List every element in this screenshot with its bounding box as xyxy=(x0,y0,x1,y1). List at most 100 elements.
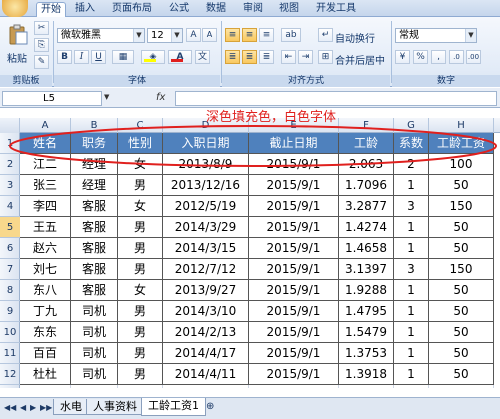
cell-title[interactable]: 经理 xyxy=(71,175,118,196)
cell-gender[interactable]: 男 xyxy=(118,259,163,280)
row-header[interactable]: 10 xyxy=(0,322,20,343)
decrease-indent-icon[interactable]: ⇤ xyxy=(281,50,296,64)
empty-cell[interactable] xyxy=(163,385,249,388)
cell-name[interactable]: 东八 xyxy=(20,280,71,301)
cell-title[interactable]: 客服 xyxy=(71,238,118,259)
align-bottom-icon[interactable]: ≡ xyxy=(259,28,274,42)
cell-seniority[interactable]: 1.9288 xyxy=(339,280,394,301)
border-icon[interactable]: ▦ xyxy=(112,50,134,64)
increase-indent-icon[interactable]: ⇥ xyxy=(298,50,313,64)
tab-formulas[interactable]: 公式 xyxy=(166,2,192,17)
cell-end-date[interactable]: 2015/9/1 xyxy=(249,238,339,259)
cell-title[interactable]: 司机 xyxy=(71,322,118,343)
cell-hire-date[interactable]: 2014/3/29 xyxy=(163,217,249,238)
cell-name[interactable]: 杜杜 xyxy=(20,364,71,385)
sheet-tab-water-electric[interactable]: 水电 xyxy=(53,399,89,415)
orientation-icon[interactable]: ab xyxy=(281,28,301,42)
tab-page-layout[interactable]: 页面布局 xyxy=(108,2,156,17)
cell-coefficient[interactable]: 1 xyxy=(394,364,429,385)
column-header[interactable]: H xyxy=(429,118,494,133)
percent-button[interactable]: % xyxy=(413,50,428,64)
tab-review[interactable]: 审阅 xyxy=(240,2,266,17)
row-header[interactable]: 4 xyxy=(0,196,20,217)
cell-seniority-pay[interactable]: 150 xyxy=(429,259,494,280)
cell-hire-date[interactable]: 2013/9/27 xyxy=(163,280,249,301)
cell-end-date[interactable]: 2015/9/1 xyxy=(249,343,339,364)
cell-gender[interactable]: 女 xyxy=(118,196,163,217)
row-header[interactable]: 8 xyxy=(0,280,20,301)
cell-seniority-pay[interactable]: 150 xyxy=(429,196,494,217)
empty-cell[interactable] xyxy=(249,385,339,388)
decrease-decimal-icon[interactable]: .00 xyxy=(466,50,481,64)
header-cell-seniority-pay[interactable]: 工龄工资 xyxy=(429,133,494,154)
next-sheet-icon[interactable]: ▶ xyxy=(30,403,36,412)
cell-seniority-pay[interactable]: 50 xyxy=(429,364,494,385)
empty-cell[interactable] xyxy=(118,385,163,388)
cell-gender[interactable]: 女 xyxy=(118,280,163,301)
fill-color-icon[interactable]: ◈ xyxy=(141,50,165,64)
cell-name[interactable]: 江二 xyxy=(20,154,71,175)
cell-seniority[interactable]: 1.4795 xyxy=(339,301,394,322)
increase-decimal-icon[interactable]: .0 xyxy=(449,50,464,64)
cell-hire-date[interactable]: 2014/3/10 xyxy=(163,301,249,322)
tab-insert[interactable]: 插入 xyxy=(72,2,98,17)
cell-coefficient[interactable]: 1 xyxy=(394,175,429,196)
empty-cell[interactable] xyxy=(394,385,429,388)
cell-coefficient[interactable]: 1 xyxy=(394,343,429,364)
font-name-select[interactable]: 微软雅黑 ▼ xyxy=(57,28,145,43)
paste-button[interactable]: 粘贴 xyxy=(2,49,32,65)
cell-seniority-pay[interactable]: 50 xyxy=(429,301,494,322)
cell-name[interactable]: 张三 xyxy=(20,175,71,196)
cell-end-date[interactable]: 2015/9/1 xyxy=(249,322,339,343)
cell-coefficient[interactable]: 1 xyxy=(394,301,429,322)
tab-data[interactable]: 数据 xyxy=(203,2,229,17)
cell-name[interactable]: 百百 xyxy=(20,343,71,364)
row-header[interactable]: 7 xyxy=(0,259,20,280)
number-format-select[interactable]: 常规 ▼ xyxy=(395,28,477,43)
empty-cell[interactable] xyxy=(20,385,71,388)
formula-input[interactable] xyxy=(175,91,497,106)
currency-icon[interactable]: ¥ xyxy=(395,50,410,64)
comma-button[interactable]: , xyxy=(431,50,446,64)
cell-coefficient[interactable]: 1 xyxy=(394,217,429,238)
tab-developer[interactable]: 开发工具 xyxy=(312,2,360,17)
row-header[interactable]: 5 xyxy=(0,217,20,238)
chevron-down-icon[interactable]: ▼ xyxy=(104,93,109,101)
cell-title[interactable]: 客服 xyxy=(71,280,118,301)
row-header[interactable]: 1 xyxy=(0,133,20,154)
phonetic-icon[interactable]: 文 xyxy=(195,50,210,64)
cell-seniority[interactable]: 1.5479 xyxy=(339,322,394,343)
shrink-font-icon[interactable]: A xyxy=(202,28,217,42)
first-sheet-icon[interactable]: ◀◀ xyxy=(4,403,16,412)
cell-title[interactable]: 客服 xyxy=(71,259,118,280)
chevron-down-icon[interactable]: ▼ xyxy=(133,29,144,42)
wrap-text-button[interactable]: 自动换行 xyxy=(334,29,384,46)
cell-seniority[interactable]: 3.2877 xyxy=(339,196,394,217)
cell-coefficient[interactable]: 2 xyxy=(394,154,429,175)
cell-name[interactable]: 丁九 xyxy=(20,301,71,322)
sheet-tab-seniority-pay[interactable]: 工龄工资1 xyxy=(141,398,206,416)
cell-coefficient[interactable]: 1 xyxy=(394,280,429,301)
cell-title[interactable]: 客服 xyxy=(71,196,118,217)
cell-title[interactable]: 经理 xyxy=(71,154,118,175)
worksheet-grid[interactable]: 姓名 职务 性别 入职日期 截止日期 工龄 系数 工龄工资 江二 经理女 2013/8/9 2015/… xyxy=(20,133,500,388)
cell-gender[interactable]: 男 xyxy=(118,217,163,238)
merge-center-icon[interactable]: ⊞ xyxy=(318,50,333,64)
align-right-icon[interactable]: ≣ xyxy=(259,50,274,64)
cell-gender[interactable]: 女 xyxy=(118,154,163,175)
column-header[interactable]: C xyxy=(118,118,163,133)
cell-end-date[interactable]: 2015/9/1 xyxy=(249,259,339,280)
cell-gender[interactable]: 男 xyxy=(118,238,163,259)
chevron-down-icon[interactable]: ▼ xyxy=(465,29,476,42)
cell-end-date[interactable]: 2015/9/1 xyxy=(249,217,339,238)
insert-function-button[interactable]: fx xyxy=(156,91,165,105)
align-left-icon[interactable]: ≣ xyxy=(225,50,240,64)
insert-sheet-icon[interactable]: ⊕ xyxy=(206,401,214,412)
cell-name[interactable]: 东东 xyxy=(20,322,71,343)
cell-gender[interactable]: 男 xyxy=(118,175,163,196)
underline-button[interactable]: U xyxy=(91,50,106,64)
cell-title[interactable]: 司机 xyxy=(71,364,118,385)
cell-title[interactable]: 司机 xyxy=(71,301,118,322)
row-header[interactable]: 2 xyxy=(0,154,20,175)
cell-name[interactable]: 王五 xyxy=(20,217,71,238)
